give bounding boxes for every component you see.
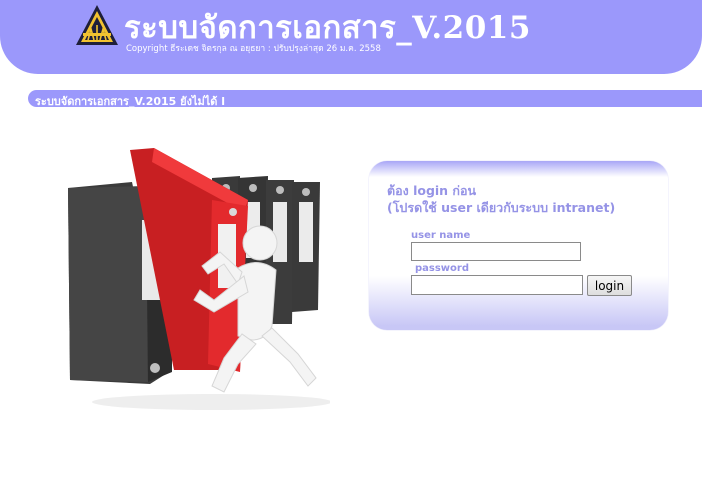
login-panel: ต้อง login ก่อน (โปรดใช้ user เดียวกับระ… [369,161,668,330]
notice-bar: ระบบจัดการเอกสาร_V.2015 ยังไม่ได้ l [28,90,702,108]
login-button[interactable]: login [587,275,632,296]
username-input[interactable] [411,242,581,261]
agency-emblem-icon [76,5,118,45]
login-hint: (โปรดใช้ user เดียวกับระบบ intranet) [387,200,616,215]
binders-figure-illustration [68,148,330,410]
notice-text: ระบบจัดการเอกสาร_V.2015 ยังไม่ได้ l [35,95,226,108]
password-input[interactable] [411,275,583,295]
page: ระบบจัดการเอกสาร_V.2015 Copyright ธีระเด… [0,0,702,482]
username-label: user name [411,230,471,241]
password-label: password [415,263,470,274]
copyright-text: Copyright ธีระเดช จิตรกุล ณ อยุธยา : ปรั… [126,44,381,54]
header-banner: ระบบจัดการเอกสาร_V.2015 Copyright ธีระเด… [0,0,702,74]
